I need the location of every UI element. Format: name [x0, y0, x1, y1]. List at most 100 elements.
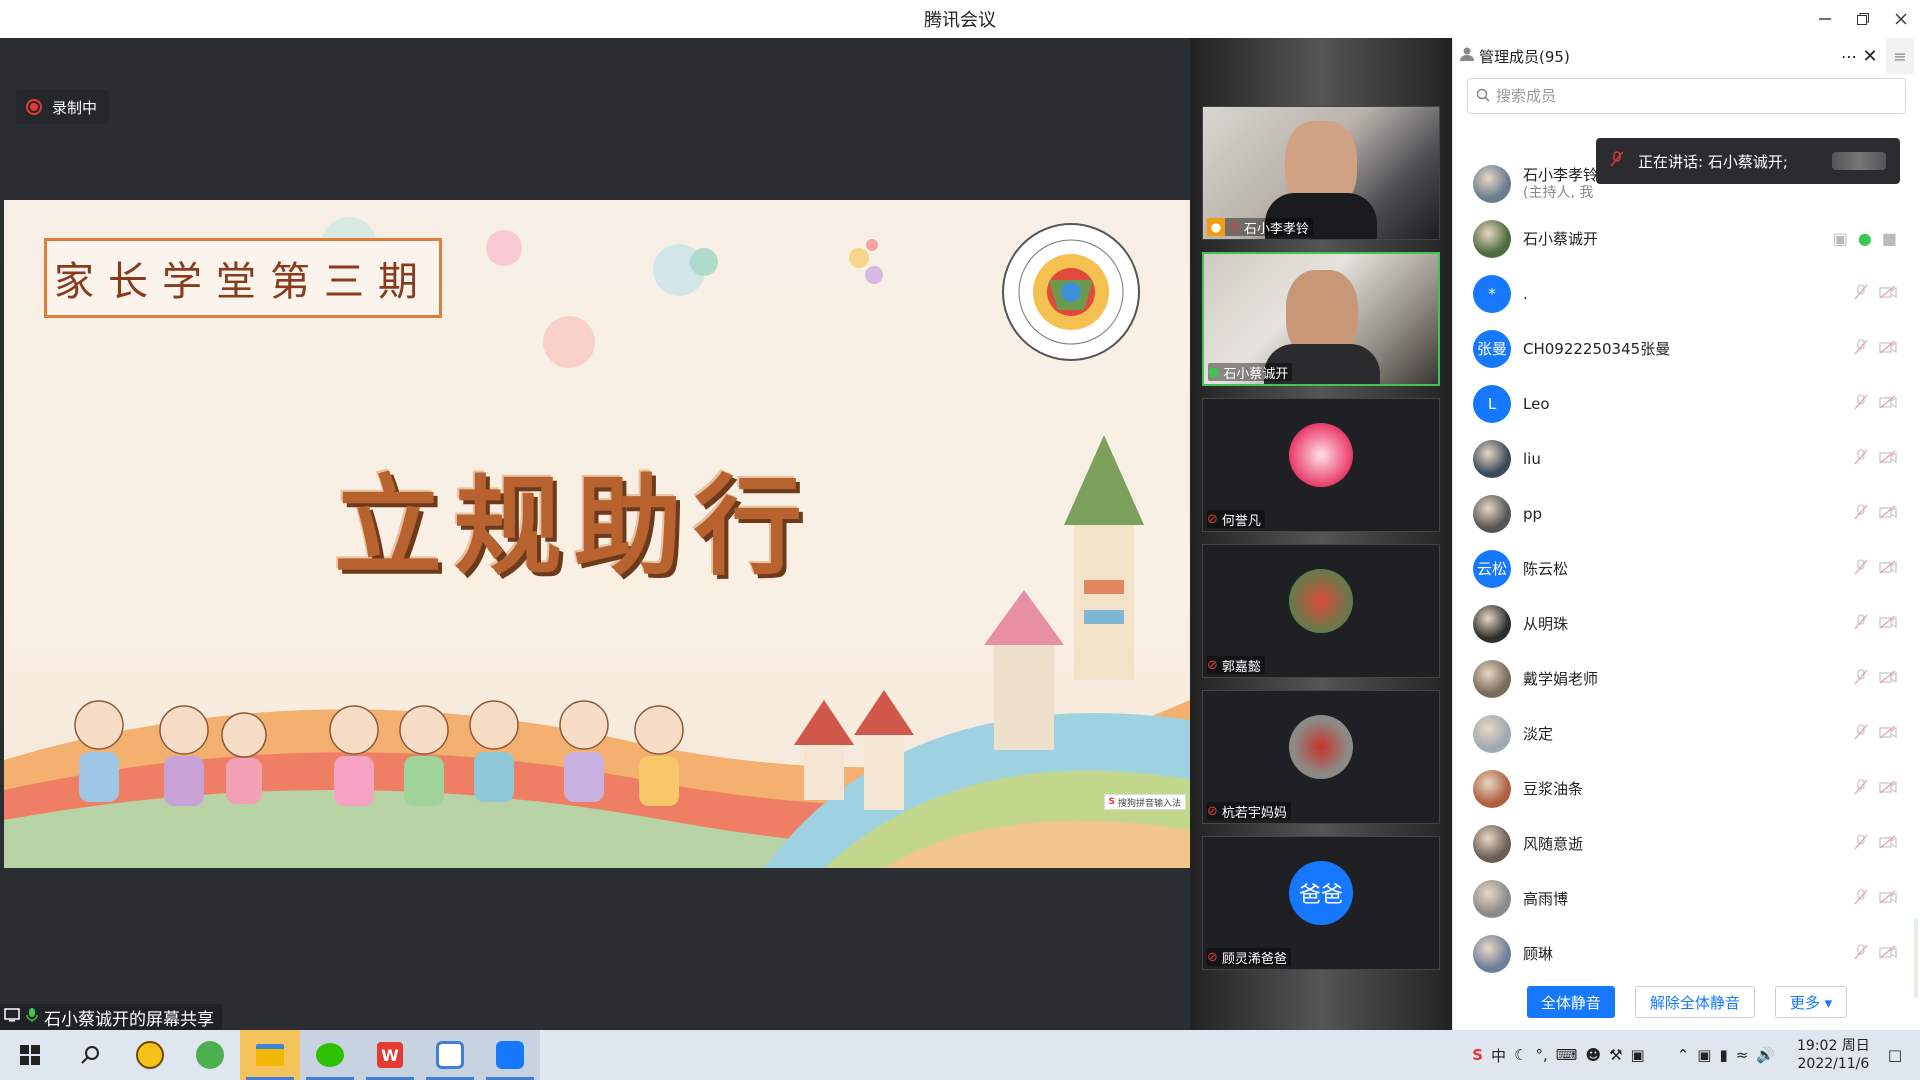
unmute-all-button[interactable]: 解除全体静音	[1634, 986, 1755, 1018]
video-tile[interactable]: ⊘ 郭嘉懿	[1202, 544, 1440, 678]
screenshot-icon[interactable]: ▣	[1631, 1046, 1645, 1064]
mic-muted-icon[interactable]	[1853, 833, 1869, 854]
more-button[interactable]: 更多 ▾	[1774, 986, 1848, 1018]
mic-muted-icon[interactable]	[1853, 888, 1869, 909]
member-name: 高雨博	[1523, 890, 1853, 908]
start-button[interactable]	[0, 1030, 60, 1080]
notification-icon[interactable]: □	[1888, 1046, 1902, 1064]
sogou-ime-icon[interactable]: S	[1472, 1046, 1483, 1064]
mic-muted-icon[interactable]	[1853, 283, 1869, 304]
member-row[interactable]: 顾琳	[1453, 926, 1911, 981]
taskbar-search-button[interactable]	[60, 1030, 120, 1080]
mic-muted-icon: ⊘	[1207, 657, 1218, 673]
user-icon[interactable]: ☻	[1585, 1046, 1601, 1064]
member-row[interactable]: 淡定	[1453, 706, 1911, 761]
minimize-button[interactable]	[1806, 0, 1844, 38]
close-panel-icon[interactable]: ✕	[1860, 46, 1880, 67]
wifi-icon[interactable]: ≈	[1736, 1046, 1749, 1064]
punctuation-icon[interactable]: °,	[1536, 1046, 1548, 1064]
taskbar-tencent-meeting[interactable]	[480, 1030, 540, 1080]
camera-off-icon[interactable]	[1879, 284, 1897, 303]
taskbar-wechat[interactable]	[300, 1030, 360, 1080]
mic-muted-icon[interactable]	[1853, 778, 1869, 799]
member-row[interactable]: 从明珠	[1453, 596, 1911, 651]
camera-off-icon[interactable]	[1879, 779, 1897, 798]
video-tile-label: ● ⊘ 石小李孝铃	[1207, 218, 1313, 237]
mic-muted-icon[interactable]	[1853, 338, 1869, 359]
member-row[interactable]: pp	[1453, 486, 1911, 541]
recording-indicator[interactable]: 录制中	[16, 90, 110, 124]
taskbar-browser[interactable]	[180, 1030, 240, 1080]
member-search-input[interactable]	[1496, 87, 1897, 105]
mic-muted-icon[interactable]	[1853, 503, 1869, 524]
video-tile[interactable]: ● ⊘ 石小李孝铃	[1202, 106, 1440, 240]
camera-off-icon[interactable]	[1879, 614, 1897, 633]
camera-off-icon[interactable]	[1879, 944, 1897, 963]
defender-icon[interactable]: ▣	[1697, 1046, 1711, 1064]
keyboard-icon[interactable]: ⌨	[1556, 1046, 1578, 1064]
screen-share-icon: ▣	[1832, 229, 1848, 248]
member-row[interactable]: 云松 陈云松	[1453, 541, 1911, 596]
camera-off-icon[interactable]	[1879, 394, 1897, 413]
volume-icon[interactable]: 🔊	[1756, 1046, 1775, 1064]
camera-off-icon[interactable]	[1879, 669, 1897, 688]
camera-off-icon[interactable]	[1879, 724, 1897, 743]
camera-off-icon[interactable]	[1879, 559, 1897, 578]
restore-button[interactable]	[1844, 0, 1882, 38]
camera-off-icon[interactable]	[1879, 834, 1897, 853]
folder-icon	[256, 1044, 284, 1066]
member-row[interactable]: 戴学娟老师	[1453, 651, 1911, 706]
camera-icon[interactable]: ■	[1882, 229, 1897, 248]
battery-icon[interactable]: ▮	[1719, 1046, 1727, 1064]
clock-date: 2022/11/6	[1797, 1056, 1870, 1072]
member-row[interactable]: L Leo	[1453, 376, 1911, 431]
member-row[interactable]: 风随意逝	[1453, 816, 1911, 871]
mic-on-icon	[26, 1007, 38, 1028]
moon-icon[interactable]: ☾	[1514, 1046, 1527, 1064]
chevron-up-icon[interactable]: ⌃	[1677, 1046, 1690, 1064]
panel-menu-icon[interactable]: ≡	[1886, 38, 1914, 74]
member-name: 陈云松	[1523, 560, 1853, 578]
video-tile[interactable]: 爸爸 ⊘ 顾灵浠爸爸	[1202, 836, 1440, 970]
mic-muted-icon[interactable]	[1853, 448, 1869, 469]
taskbar-file-explorer[interactable]	[240, 1030, 300, 1080]
camera-off-icon[interactable]	[1879, 889, 1897, 908]
wrench-icon[interactable]: ⚒	[1609, 1046, 1622, 1064]
mic-muted-icon[interactable]	[1853, 668, 1869, 689]
camera-off-icon[interactable]	[1879, 339, 1897, 358]
member-name-text: 高雨博	[1523, 889, 1569, 908]
member-status-icons: ▣ ● ■	[1833, 229, 1897, 248]
member-status-icons	[1853, 338, 1897, 359]
member-name-text: .	[1523, 284, 1528, 303]
ime-chinese-toggle[interactable]: 中	[1491, 1045, 1506, 1066]
member-row[interactable]: 石小蔡诚开 ▣ ● ■	[1453, 211, 1911, 266]
member-row[interactable]: 高雨博	[1453, 871, 1911, 926]
member-row[interactable]: liu	[1453, 431, 1911, 486]
camera-off-icon[interactable]	[1879, 449, 1897, 468]
taskbar-wps[interactable]: W	[360, 1030, 420, 1080]
member-search-box[interactable]	[1467, 78, 1906, 114]
member-avatar: *	[1473, 274, 1511, 313]
mic-muted-icon[interactable]	[1853, 558, 1869, 579]
mic-muted-icon[interactable]	[1853, 613, 1869, 634]
taskbar-app-1[interactable]	[120, 1030, 180, 1080]
mic-on-icon[interactable]: ●	[1858, 229, 1872, 248]
member-status-icons	[1853, 943, 1897, 964]
member-name-text: 陈云松	[1523, 559, 1569, 578]
more-options-icon[interactable]: ⋯	[1838, 47, 1860, 66]
member-row[interactable]: 张曼 CH0922250345张曼	[1453, 321, 1911, 376]
member-row[interactable]: 豆浆油条	[1453, 761, 1911, 816]
close-button[interactable]	[1882, 0, 1920, 38]
mic-muted-icon[interactable]	[1853, 943, 1869, 964]
member-row[interactable]: *.	[1453, 266, 1911, 321]
video-tile[interactable]: ⊘ 杭若宇妈妈	[1202, 690, 1440, 824]
taskbar-app-cloud[interactable]	[420, 1030, 480, 1080]
video-tile-active-speaker[interactable]: ● 石小蔡诚开	[1202, 252, 1440, 386]
clock[interactable]: 19:02 周日 2022/11/6	[1797, 1037, 1870, 1073]
mic-muted-icon[interactable]	[1853, 393, 1869, 414]
members-icon	[1459, 46, 1475, 66]
mute-all-button[interactable]: 全体静音	[1526, 986, 1615, 1018]
camera-off-icon[interactable]	[1879, 504, 1897, 523]
video-tile[interactable]: ⊘ 何誉凡	[1202, 398, 1440, 532]
mic-muted-icon[interactable]	[1853, 723, 1869, 744]
